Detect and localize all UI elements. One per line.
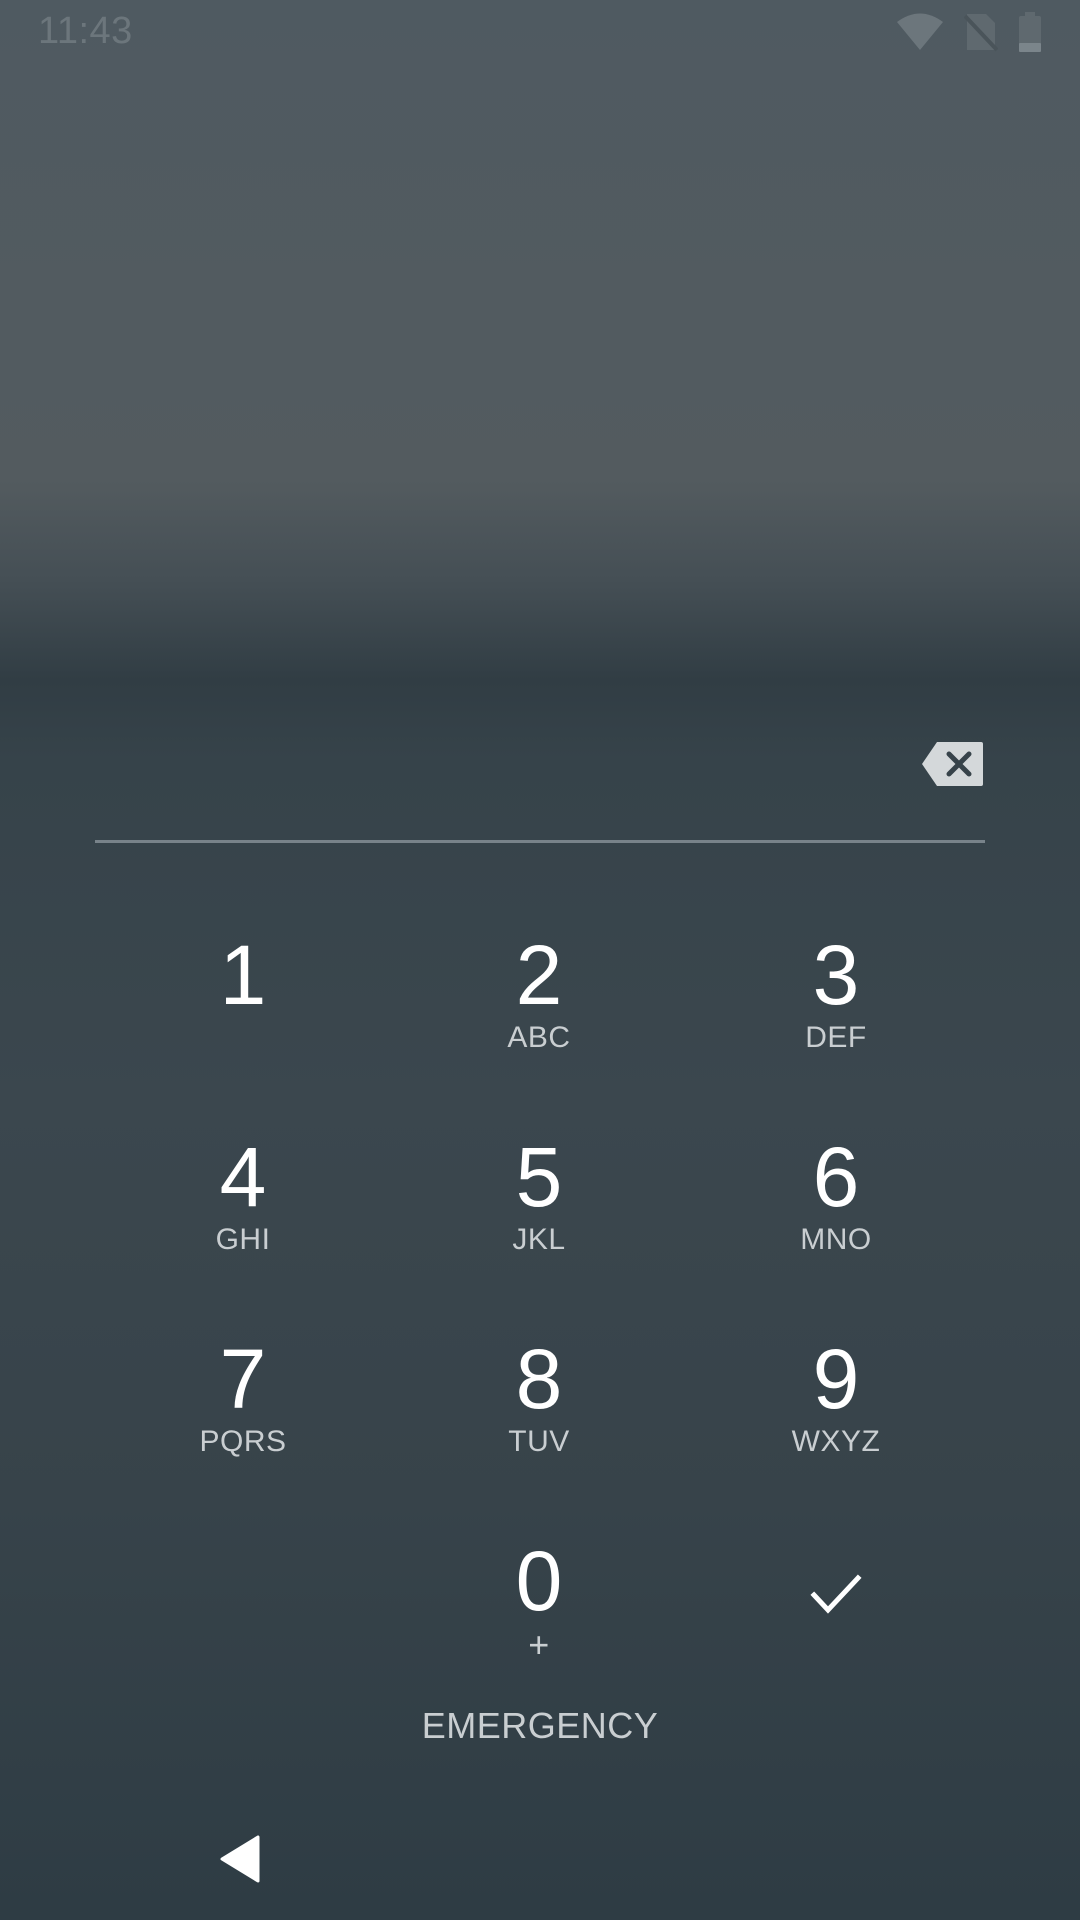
no-sim-icon: [964, 12, 998, 52]
status-time: 11:43: [38, 10, 133, 52]
key-0[interactable]: 0 +: [429, 1531, 649, 1721]
key-digit: 6: [812, 1130, 860, 1224]
key-digit: 7: [219, 1332, 267, 1426]
key-4[interactable]: 4 GHI: [133, 1127, 353, 1317]
key-letters: +: [528, 1624, 550, 1665]
status-icons: [896, 12, 1042, 52]
back-button[interactable]: [200, 1820, 280, 1900]
confirm-button[interactable]: [726, 1531, 946, 1721]
key-digit: 2: [515, 928, 563, 1022]
backspace-button[interactable]: [921, 740, 985, 788]
key-letters: ABC: [507, 1021, 571, 1054]
battery-icon: [1018, 12, 1042, 52]
key-digit: 1: [219, 928, 267, 1022]
key-8[interactable]: 8 TUV: [429, 1329, 649, 1519]
key-letters: TUV: [508, 1425, 570, 1458]
key-5[interactable]: 5 JKL: [429, 1127, 649, 1317]
nav-bar: [0, 1800, 1080, 1920]
key-1[interactable]: 1: [133, 925, 353, 1115]
backspace-icon: [922, 742, 983, 786]
key-2[interactable]: 2 ABC: [429, 925, 649, 1115]
key-letters: MNO: [800, 1223, 872, 1256]
back-triangle-icon: [220, 1835, 260, 1883]
emergency-button[interactable]: EMERGENCY: [340, 1705, 740, 1761]
key-digit: 5: [515, 1130, 563, 1224]
key-letters: GHI: [215, 1223, 271, 1256]
key-digit: 9: [812, 1332, 860, 1426]
key-6[interactable]: 6 MNO: [726, 1127, 946, 1317]
key-3[interactable]: 3 DEF: [726, 925, 946, 1115]
key-digit: 3: [812, 928, 860, 1022]
wifi-icon: [896, 13, 944, 51]
key-7[interactable]: 7 PQRS: [133, 1329, 353, 1519]
checkmark-icon: [810, 1574, 862, 1614]
key-letters: DEF: [805, 1021, 867, 1054]
key-digit: 8: [515, 1332, 563, 1426]
pin-underline: [95, 840, 985, 843]
key-letters: JKL: [512, 1223, 566, 1256]
key-digit: 0: [515, 1534, 563, 1628]
key-letters: PQRS: [199, 1425, 287, 1458]
pin-input[interactable]: [95, 720, 899, 844]
key-9[interactable]: 9 WXYZ: [726, 1329, 946, 1519]
pin-entry: [95, 720, 985, 844]
key-letters: WXYZ: [791, 1425, 881, 1458]
key-digit: 4: [219, 1130, 267, 1224]
status-bar: 11:43: [0, 0, 1080, 66]
